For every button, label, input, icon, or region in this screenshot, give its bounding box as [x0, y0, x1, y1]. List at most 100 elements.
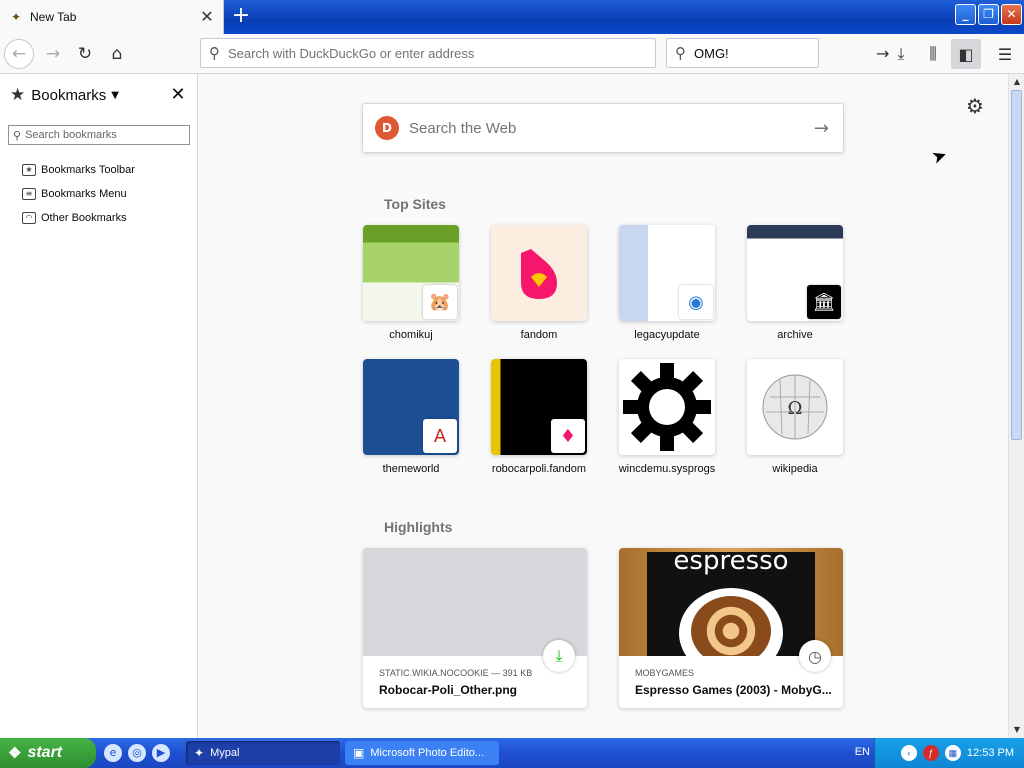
- downloads-button[interactable]: ⤓: [886, 39, 916, 69]
- tray-network-icon[interactable]: ▦: [944, 745, 961, 761]
- back-arrow-icon: ←: [11, 44, 27, 64]
- ie-icon[interactable]: e: [104, 744, 122, 762]
- scroll-up-icon[interactable]: ▲: [1009, 74, 1024, 90]
- start-button[interactable]: ❖ start: [0, 738, 96, 768]
- site-thumbnail: 🐹: [363, 225, 459, 321]
- duckduckgo-logo-icon: D: [375, 116, 399, 140]
- highlight-source: MOBYGAMES: [635, 668, 695, 678]
- other-bookmarks-icon: ◠: [22, 212, 36, 224]
- fandom-favicon-icon: ♦: [551, 419, 585, 453]
- restore-button[interactable]: ❐: [978, 4, 999, 25]
- window-controls: _ ❐ ✕: [955, 4, 1022, 25]
- library-button[interactable]: ⫼: [918, 39, 948, 69]
- forward-button[interactable]: →: [38, 39, 68, 69]
- top-site-archive[interactable]: 🏛 archive: [747, 225, 843, 341]
- tray-expand-icon[interactable]: ‹: [900, 745, 917, 761]
- site-label: chomikuj: [389, 329, 433, 341]
- bookmarks-sidebar: ★ Bookmarks ▼ ✕ ⚲ ★ Bookmarks Toolbar ≡ …: [0, 74, 198, 738]
- gear-icon[interactable]: ⚙: [966, 94, 984, 118]
- web-search-box[interactable]: D →: [362, 103, 844, 153]
- top-site-chomikuj[interactable]: 🐹 chomikuj: [363, 225, 459, 341]
- top-site-fandom[interactable]: fandom: [491, 225, 587, 341]
- hamburger-menu-icon: ☰: [997, 44, 1013, 64]
- chevron-down-icon: ▼: [111, 89, 119, 101]
- scroll-thumb[interactable]: [1011, 90, 1022, 440]
- sidebar-icon: ◧: [958, 44, 974, 64]
- download-icon: ⤓: [543, 640, 575, 672]
- system-tray: ‹ ƒ ▦ 12:53 PM: [874, 738, 1024, 768]
- search-bar[interactable]: ⚲ →: [666, 38, 889, 68]
- sidebar-toggle-button[interactable]: ◧: [951, 39, 981, 69]
- media-player-icon[interactable]: ▶: [152, 744, 170, 762]
- search-submit-icon[interactable]: →: [814, 118, 829, 139]
- new-tab-page: ⚙ D → Top Sites 🐹 chomikuj: [198, 74, 1008, 738]
- sidebar-item-label: Other Bookmarks: [41, 212, 127, 224]
- tray-flash-icon[interactable]: ƒ: [922, 745, 939, 761]
- vertical-scrollbar[interactable]: ▲ ▼: [1008, 74, 1024, 738]
- home-icon: ⌂: [111, 44, 123, 64]
- top-site-legacyupdate[interactable]: ◉ legacyupdate: [619, 225, 715, 341]
- back-button[interactable]: ←: [4, 39, 34, 69]
- site-label: fandom: [520, 329, 558, 341]
- sidebar-item-bookmarks-menu[interactable]: ≡ Bookmarks Menu: [22, 182, 135, 206]
- bookmarks-search-field[interactable]: ⚲: [8, 125, 190, 145]
- taskbar-item-photo-editor[interactable]: ▣ Microsoft Photo Edito...: [345, 741, 499, 765]
- reload-button[interactable]: ↻: [70, 39, 100, 69]
- search-input[interactable]: [694, 45, 870, 61]
- highlight-source: STATIC.WIKIA.NOCOOKIE — 391 KB: [379, 668, 533, 678]
- site-label: wincdemu.sysprogs: [618, 463, 716, 475]
- top-sites-grid: 🐹 chomikuj fandom ◉ legacyupdate 🏛 archi…: [363, 225, 847, 475]
- highlight-card[interactable]: espresso ◷ MOBYGAMES Espresso Games (200…: [619, 548, 843, 708]
- site-thumbnail: ♦: [491, 359, 587, 455]
- sidebar-close-icon[interactable]: ✕: [168, 84, 188, 106]
- web-search-input[interactable]: [409, 119, 814, 137]
- address-input[interactable]: [228, 45, 655, 61]
- bookmarks-tree: ★ Bookmarks Toolbar ≡ Bookmarks Menu ◠ O…: [22, 158, 135, 230]
- clock-time: 12:53 PM: [966, 747, 1014, 759]
- highlight-title: Robocar-Poli_Other.png: [379, 683, 518, 697]
- fandom-logo-icon: [521, 249, 557, 299]
- highlights-heading: Highlights: [384, 519, 453, 535]
- search-icon: ⚲: [209, 44, 220, 62]
- menu-button[interactable]: ☰: [990, 39, 1020, 69]
- site-thumbnail: [491, 225, 587, 321]
- browser-icon[interactable]: ◎: [128, 744, 146, 762]
- top-sites-heading: Top Sites: [384, 196, 446, 212]
- nav-toolbar: ← → ↻ ⌂ ⚲ ⚲ → ⤓ ⫼ ◧ ☰: [0, 34, 1024, 74]
- highlight-card[interactable]: ⤓ STATIC.WIKIA.NOCOOKIE — 391 KB Robocar…: [363, 548, 587, 708]
- gear-logo-icon: [623, 363, 711, 451]
- scroll-down-icon[interactable]: ▼: [1009, 722, 1024, 738]
- taskbar-item-mypal[interactable]: ✦ Mypal: [186, 741, 340, 765]
- sidebar-header[interactable]: ★ Bookmarks ▼: [10, 84, 190, 106]
- download-icon: ⤓: [897, 44, 905, 63]
- home-button[interactable]: ⌂: [102, 39, 132, 69]
- site-thumbnail: Ω: [747, 359, 843, 455]
- top-site-robocarpoli-fandom[interactable]: ♦ robocarpoli.fandom: [491, 359, 587, 475]
- bookmarks-search-input[interactable]: [25, 129, 176, 141]
- globe-update-icon: ◉: [679, 285, 713, 319]
- taskbar-item-label: Microsoft Photo Edito...: [370, 747, 485, 759]
- sidebar-title: Bookmarks: [31, 86, 107, 104]
- address-bar[interactable]: ⚲: [200, 38, 656, 68]
- tab-close-icon[interactable]: ✕: [197, 7, 217, 27]
- top-site-wincdemu[interactable]: wincdemu.sysprogs: [619, 359, 715, 475]
- top-site-themeworld[interactable]: A themeworld: [363, 359, 459, 475]
- close-window-button[interactable]: ✕: [1001, 4, 1022, 25]
- language-indicator[interactable]: EN: [855, 746, 870, 758]
- site-label: robocarpoli.fandom: [491, 463, 587, 475]
- taskbar-item-label: Mypal: [210, 747, 240, 759]
- top-site-wikipedia[interactable]: Ω wikipedia: [747, 359, 843, 475]
- new-tab-button[interactable]: +: [228, 4, 254, 30]
- site-label: wikipedia: [772, 463, 818, 475]
- espresso-logo-text: espresso: [673, 548, 789, 576]
- sidebar-item-label: Bookmarks Menu: [41, 188, 127, 200]
- tab-new-tab[interactable]: ✦ New Tab ✕: [0, 0, 224, 34]
- sidebar-item-bookmarks-toolbar[interactable]: ★ Bookmarks Toolbar: [22, 158, 135, 182]
- minimize-button[interactable]: _: [955, 4, 976, 25]
- browser-window: ✦ New Tab ✕ + _ ❐ ✕ ← → ↻ ⌂ ⚲ ⚲ → ⤓ ⫼ ◧ …: [0, 0, 1024, 768]
- site-label: archive: [777, 329, 813, 341]
- sidebar-item-other-bookmarks[interactable]: ◠ Other Bookmarks: [22, 206, 135, 230]
- site-label: themeworld: [382, 463, 440, 475]
- quick-launch: e ◎ ▶: [104, 744, 170, 762]
- themeworld-favicon-icon: A: [423, 419, 457, 453]
